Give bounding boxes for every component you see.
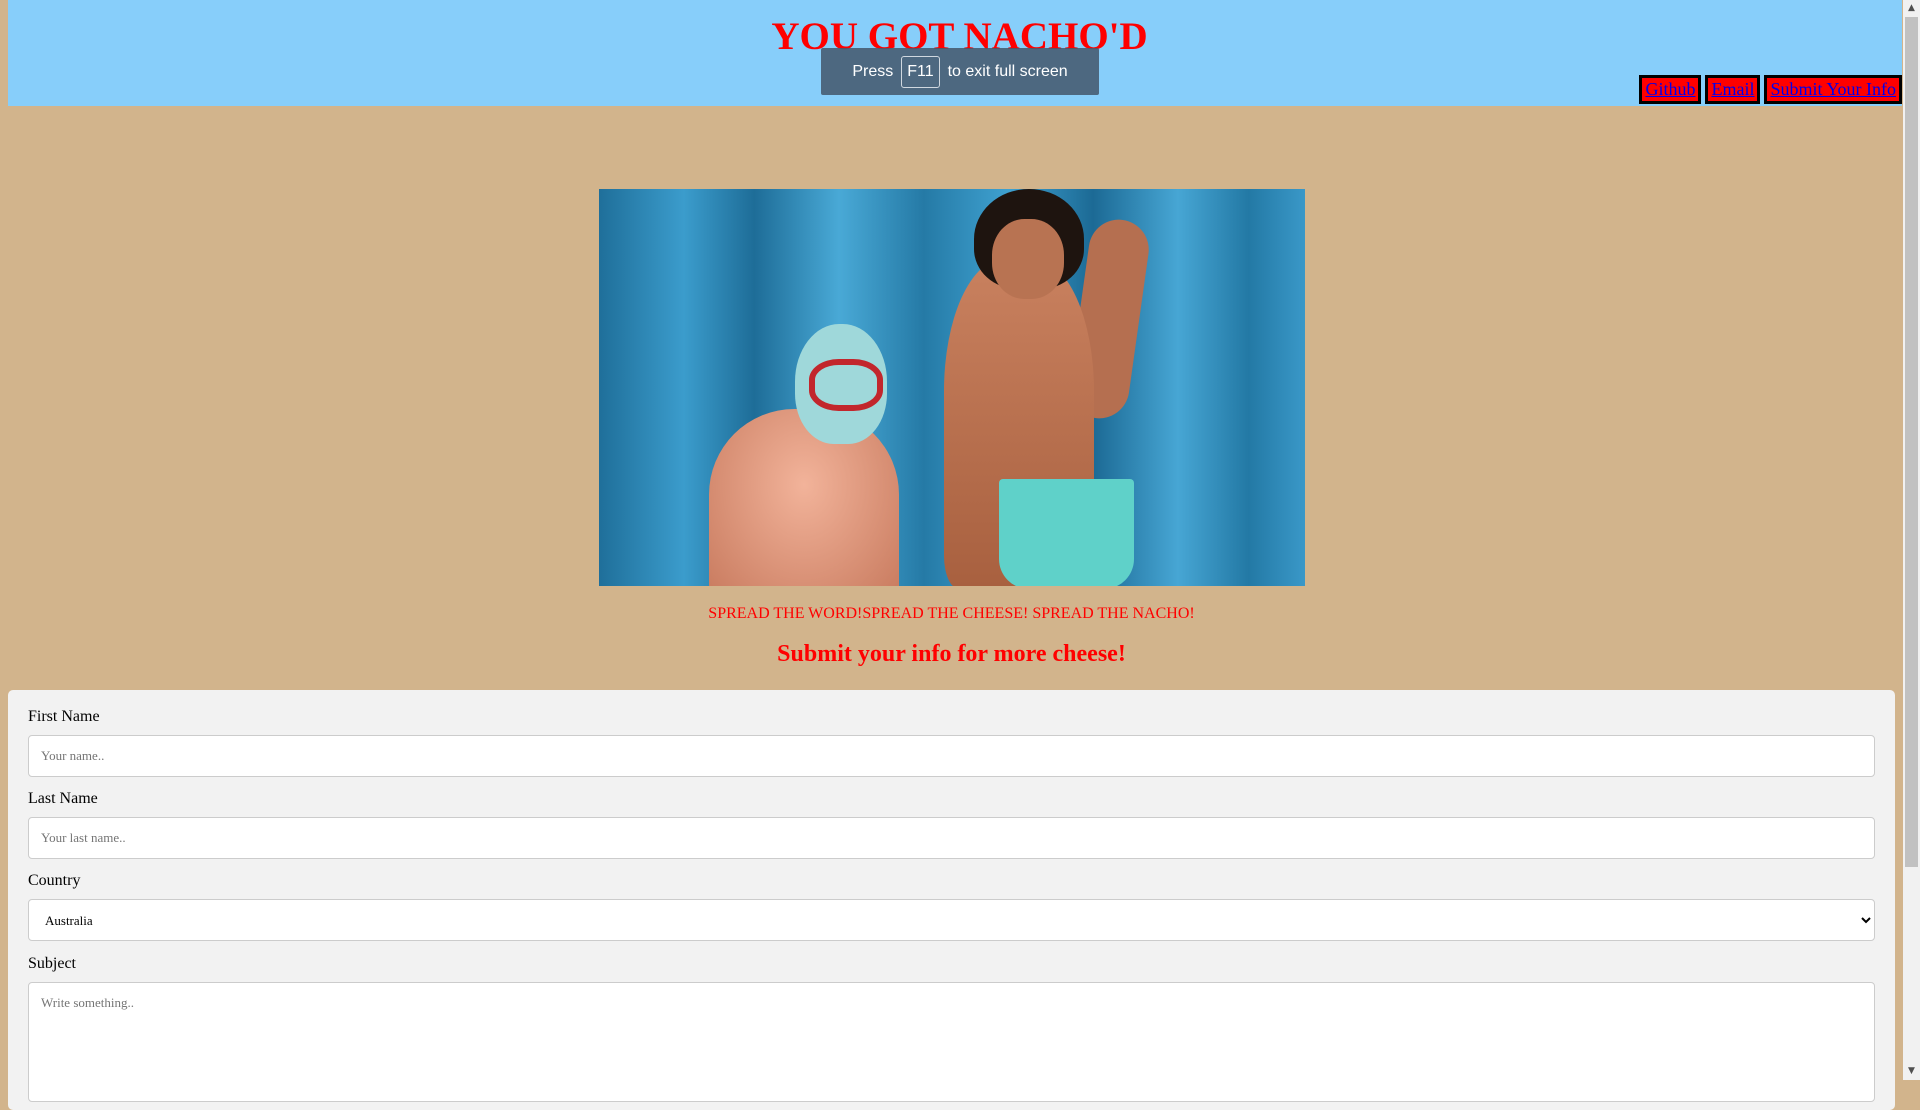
fullscreen-notice-suffix: to exit full screen bbox=[947, 62, 1068, 80]
subject-label: Subject bbox=[28, 955, 76, 972]
first-name-label: First Name bbox=[28, 708, 100, 725]
fullscreen-notice-prefix: Press bbox=[852, 62, 894, 80]
scroll-down-arrow-icon[interactable]: ▼ bbox=[1903, 1063, 1920, 1080]
wrestler-shorts bbox=[999, 479, 1134, 586]
country-label: Country bbox=[28, 872, 81, 889]
wrestler-face bbox=[992, 219, 1064, 299]
page: YOU GOT NACHO'D Github Email Submit Your… bbox=[0, 0, 1902, 1110]
fullscreen-notice: Press F11 to exit full screen bbox=[821, 48, 1099, 95]
subject-textarea[interactable] bbox=[28, 982, 1875, 1102]
page-scrollbar[interactable]: ▲ ▼ bbox=[1903, 0, 1920, 1080]
f11-key-badge: F11 bbox=[901, 55, 940, 88]
top-nav: Github Email Submit Your Info bbox=[1639, 75, 1902, 104]
form-heading: Submit your info for more cheese! bbox=[777, 641, 1126, 667]
info-form: First Name Last Name Country Australia S… bbox=[8, 690, 1895, 1110]
scrollbar-thumb[interactable] bbox=[1905, 17, 1918, 867]
nav-submit-info-link[interactable]: Submit Your Info bbox=[1764, 75, 1902, 104]
masked-wrestler-figure bbox=[709, 409, 899, 586]
nav-github-link[interactable]: Github bbox=[1639, 75, 1702, 104]
mask-eye-pattern bbox=[809, 359, 883, 411]
hero-image bbox=[599, 189, 1305, 586]
country-select[interactable]: Australia bbox=[28, 899, 1875, 941]
first-name-input[interactable] bbox=[28, 735, 1875, 777]
scroll-up-arrow-icon[interactable]: ▲ bbox=[1903, 0, 1920, 17]
last-name-input[interactable] bbox=[28, 817, 1875, 859]
tagline: SPREAD THE WORD!SPREAD THE CHEESE! SPREA… bbox=[708, 605, 1195, 622]
nav-email-link[interactable]: Email bbox=[1705, 75, 1761, 104]
last-name-label: Last Name bbox=[28, 790, 98, 807]
